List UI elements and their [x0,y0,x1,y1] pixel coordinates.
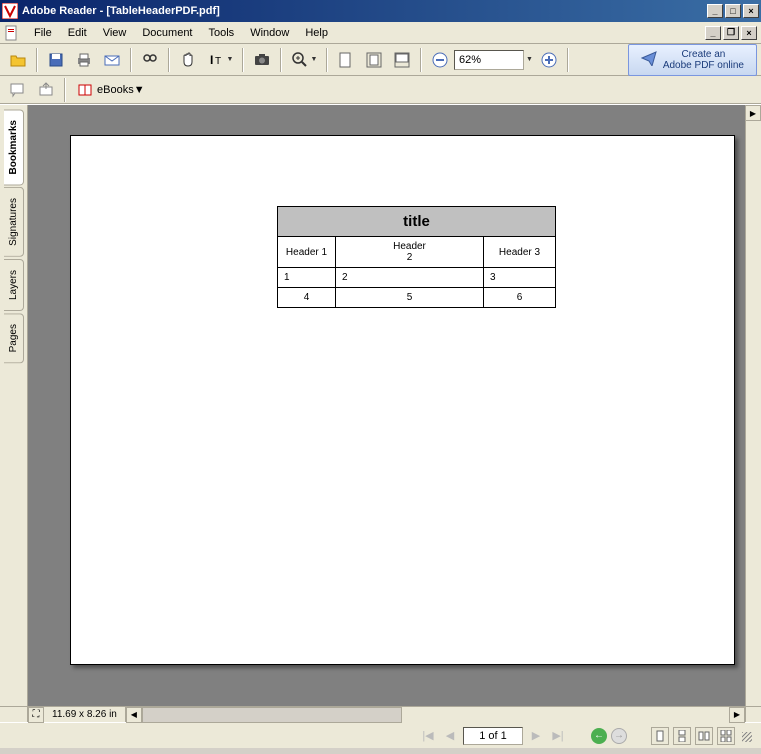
vertical-scrollbar[interactable] [745,121,761,706]
app-icon [2,3,18,19]
paper-plane-icon [641,50,657,69]
svg-text:I: I [210,53,213,67]
save-button[interactable] [42,47,70,73]
table-header: Header 1 [278,237,336,268]
navigation-pane: Bookmarks Signatures Layers Pages [0,105,28,706]
hscroll-left-button[interactable]: ◀ [126,707,142,723]
last-page-button[interactable]: ▶| [549,727,567,745]
menu-document[interactable]: Document [134,25,200,41]
status-bar: |◀ ◀ ▶ ▶| ← → [0,722,761,748]
open-button[interactable] [4,47,32,73]
tab-bookmarks[interactable]: Bookmarks [4,109,24,185]
tab-pages[interactable]: Pages [4,313,24,363]
select-text-tool-button[interactable]: IT▼ [202,47,238,73]
create-pdf-online-button[interactable]: Create anAdobe PDF online [628,44,757,76]
document-area[interactable]: ▶ title Header 1 Header2 Header 3 1 2 3 … [28,105,761,706]
menu-file[interactable]: File [26,25,60,41]
search-button[interactable] [136,47,164,73]
zoom-in-button[interactable]: ▼ [286,47,322,73]
pdf-table: title Header 1 Header2 Header 3 1 2 3 4 … [277,206,556,308]
snapshot-tool-button[interactable] [248,47,276,73]
scroll-corner-button[interactable]: ▶ [745,105,761,121]
table-header: Header2 [336,237,484,268]
chevron-down-icon: ▼ [134,84,145,96]
toolbar-separator [64,78,66,102]
toolbar-separator [36,48,38,72]
print-button[interactable] [70,47,98,73]
review-upload-button[interactable] [32,77,60,103]
toolbar-separator [130,48,132,72]
table-title: title [278,207,556,237]
minimize-button[interactable]: _ [707,4,723,18]
tab-signatures[interactable]: Signatures [4,187,24,257]
hscroll-track[interactable] [142,707,729,723]
table-row: 1 2 3 [278,268,556,288]
next-view-button[interactable]: → [611,728,627,744]
resize-grip[interactable] [739,729,753,743]
previous-view-button[interactable]: ← [591,728,607,744]
ebooks-label: eBooks [97,84,134,96]
continuous-view-button[interactable] [673,727,691,745]
mdi-restore-button[interactable]: ❐ [723,26,739,40]
hscroll-thumb[interactable] [142,707,402,723]
zoom-field[interactable] [454,50,524,70]
promo-text: Create anAdobe PDF online [663,49,744,71]
menu-help[interactable]: Help [297,25,336,41]
next-page-button[interactable]: ▶ [527,727,545,745]
zoom-in-circle-button[interactable] [535,47,563,73]
pdf-page: title Header 1 Header2 Header 3 1 2 3 4 … [70,135,735,665]
window-title: Adobe Reader - [TableHeaderPDF.pdf] [22,5,707,17]
table-header: Header 3 [484,237,556,268]
page-dimensions: 11.69 x 8.26 in [44,707,126,722]
hscroll-right-button[interactable]: ▶ [729,707,745,723]
previous-page-button[interactable]: ◀ [441,727,459,745]
facing-view-button[interactable] [695,727,713,745]
maximize-button[interactable]: □ [725,4,741,18]
fit-width-button[interactable] [388,47,416,73]
page-dims-icon[interactable]: ⛶ [28,707,44,723]
main-toolbar: IT▼ ▼ ▼ Create anAdobe PDF online [0,44,761,76]
toolbar-separator [326,48,328,72]
menu-window[interactable]: Window [242,25,297,41]
document-icon [4,25,20,41]
toolbar-separator [567,48,569,72]
table-row: 4 5 6 [278,288,556,308]
window-titlebar: Adobe Reader - [TableHeaderPDF.pdf] _ □ … [0,0,761,22]
ebooks-button[interactable]: eBooks ▼ [70,79,152,101]
email-button[interactable] [98,47,126,73]
mdi-minimize-button[interactable]: _ [705,26,721,40]
single-page-view-button[interactable] [651,727,669,745]
toolbar-separator [420,48,422,72]
hand-tool-button[interactable] [174,47,202,73]
page-number-field[interactable] [463,727,523,745]
ebooks-icon [77,82,93,98]
continuous-facing-view-button[interactable] [717,727,735,745]
horizontal-scroll-row: ⛶ 11.69 x 8.26 in ◀ ▶ [0,706,761,722]
menu-tools[interactable]: Tools [201,25,243,41]
tab-layers[interactable]: Layers [4,259,24,311]
menu-edit[interactable]: Edit [60,25,95,41]
toolbar-separator [242,48,244,72]
actual-size-button[interactable] [332,47,360,73]
secondary-toolbar: eBooks ▼ [0,76,761,104]
zoom-dropdown[interactable]: ▼ [524,56,535,63]
svg-text:T: T [215,56,221,67]
mdi-close-button[interactable]: × [741,26,757,40]
zoom-out-button[interactable] [426,47,454,73]
toolbar-separator [280,48,282,72]
review-comments-button[interactable] [4,77,32,103]
menu-view[interactable]: View [95,25,135,41]
close-button[interactable]: × [743,4,759,18]
fit-page-button[interactable] [360,47,388,73]
first-page-button[interactable]: |◀ [419,727,437,745]
toolbar-separator [168,48,170,72]
menu-bar: File Edit View Document Tools Window Hel… [0,22,761,44]
